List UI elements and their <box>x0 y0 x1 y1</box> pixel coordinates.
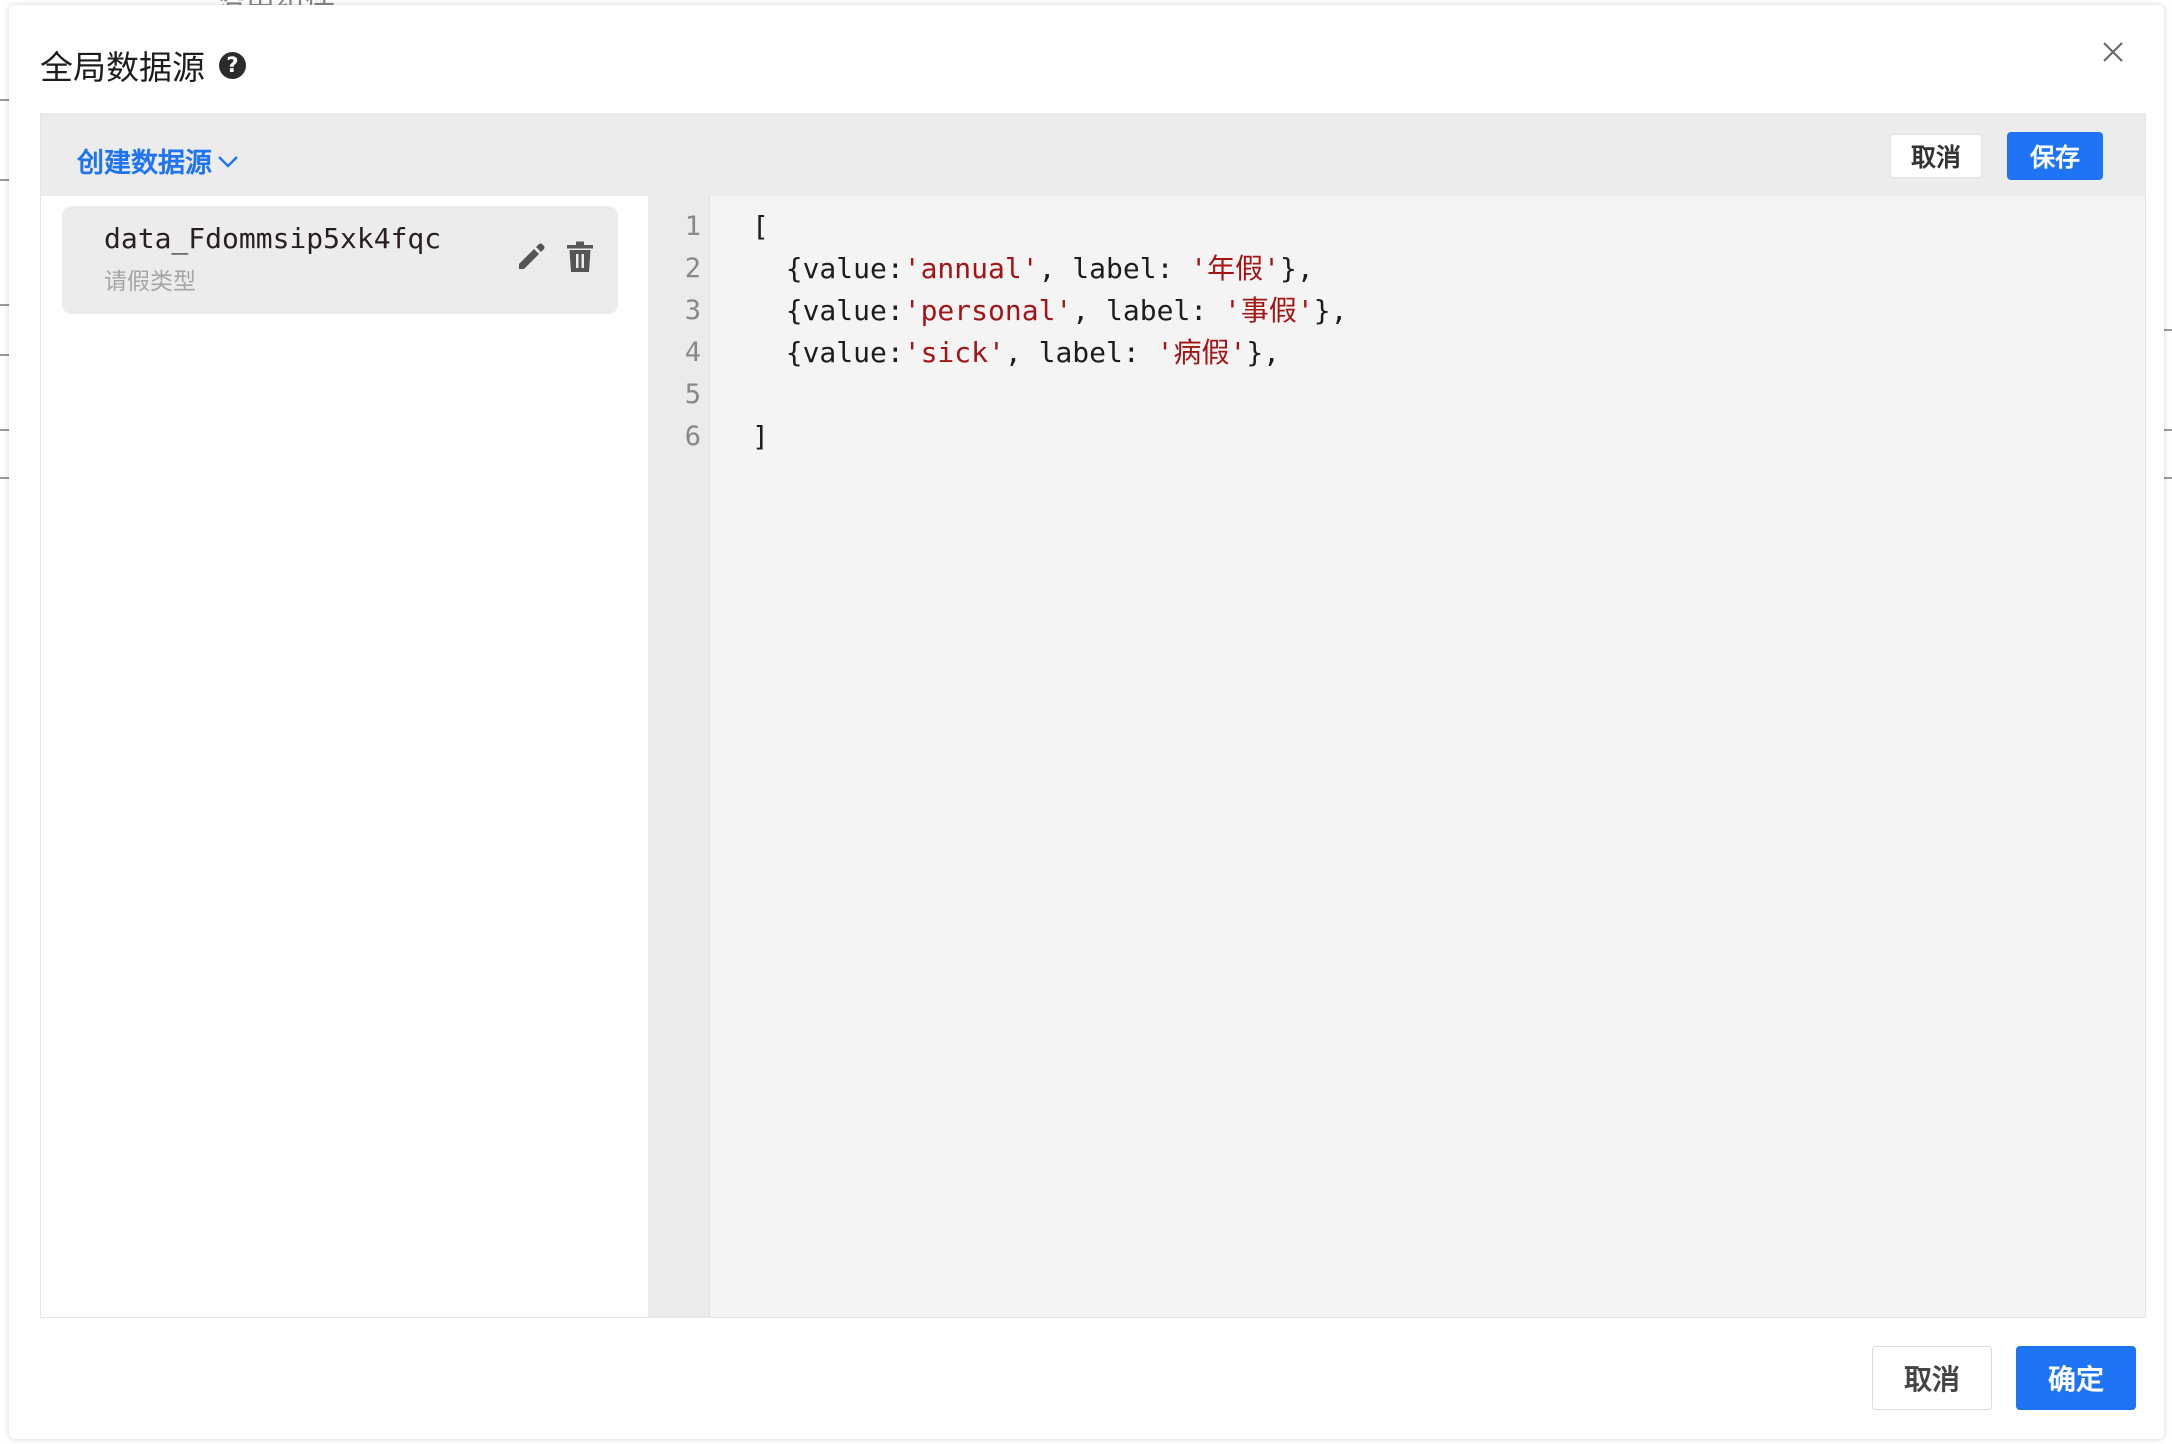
create-datasource-label: 创建数据源 <box>77 148 212 178</box>
code-line: ] <box>752 416 769 458</box>
datasource-name: data_Fdommsip5xk4fqc <box>104 222 442 255</box>
datasource-description: 请假类型 <box>104 268 196 294</box>
string-token: 'annual' <box>903 252 1039 285</box>
code-token: }, <box>1246 336 1281 369</box>
code-token: , label: <box>1004 336 1157 369</box>
line-number: 2 <box>684 253 701 284</box>
line-number: 5 <box>684 379 701 410</box>
datasource-editor-panel: 创建数据源 取消 保存 data_Fdommsip5xk4fqc 请假类型 1 … <box>40 113 2146 1318</box>
code-token: , label: <box>1072 294 1225 327</box>
datasource-list-item[interactable]: data_Fdommsip5xk4fqc 请假类型 <box>62 206 618 314</box>
code-token: }, <box>1280 252 1314 285</box>
line-number: 6 <box>684 421 701 452</box>
create-datasource-dropdown[interactable]: 创建数据源 <box>77 141 240 180</box>
panel-toolbar: 创建数据源 取消 保存 <box>41 114 2145 196</box>
global-datasource-dialog: 全局数据源 ? 创建数据源 取消 保存 data_Fdommsip5xk4fqc… <box>9 5 2164 1439</box>
toolbar-cancel-button[interactable]: 取消 <box>1890 134 1982 178</box>
edit-pencil-icon[interactable] <box>516 242 546 272</box>
cancel-button[interactable]: 取消 <box>1872 1346 1992 1410</box>
line-number-gutter: 1 2 3 4 5 6 <box>648 196 710 1317</box>
code-token: ] <box>752 420 769 453</box>
code-line: [ <box>752 206 769 248</box>
code-token: [ <box>752 210 769 243</box>
string-token: '事假' <box>1224 294 1314 327</box>
datasource-list: data_Fdommsip5xk4fqc 请假类型 <box>41 196 648 1317</box>
line-number: 1 <box>684 211 701 242</box>
code-editor[interactable]: 123456 [ {value:'annual', label: '年假'}, … <box>648 196 2145 1317</box>
question-circle-icon[interactable]: ? <box>219 51 246 79</box>
code-token: {value: <box>752 252 904 285</box>
code-token: , label: <box>1038 252 1191 285</box>
code-line: {value:'sick', label: '病假'}, <box>752 332 1280 374</box>
string-token: '年假' <box>1190 252 1281 285</box>
line-number: 3 <box>684 295 701 326</box>
dialog-header: 全局数据源 ? <box>40 41 246 89</box>
save-button[interactable]: 保存 <box>2007 132 2103 180</box>
code-line: {value:'annual', label: '年假'}, <box>752 248 1314 290</box>
line-number: 4 <box>684 337 701 368</box>
string-token: 'sick' <box>903 336 1005 369</box>
dialog-title: 全局数据源 <box>40 49 205 86</box>
trash-icon[interactable] <box>566 241 594 273</box>
code-line: {value:'personal', label: '事假'}, <box>752 290 1348 332</box>
code-token: {value: <box>752 336 904 369</box>
code-token: {value: <box>752 294 904 327</box>
code-token: }, <box>1313 294 1348 327</box>
chevron-down-icon <box>218 155 238 168</box>
close-icon[interactable] <box>2098 37 2128 67</box>
string-token: '病假' <box>1156 336 1247 369</box>
confirm-button[interactable]: 确定 <box>2016 1346 2136 1410</box>
string-token: 'personal' <box>903 294 1073 327</box>
